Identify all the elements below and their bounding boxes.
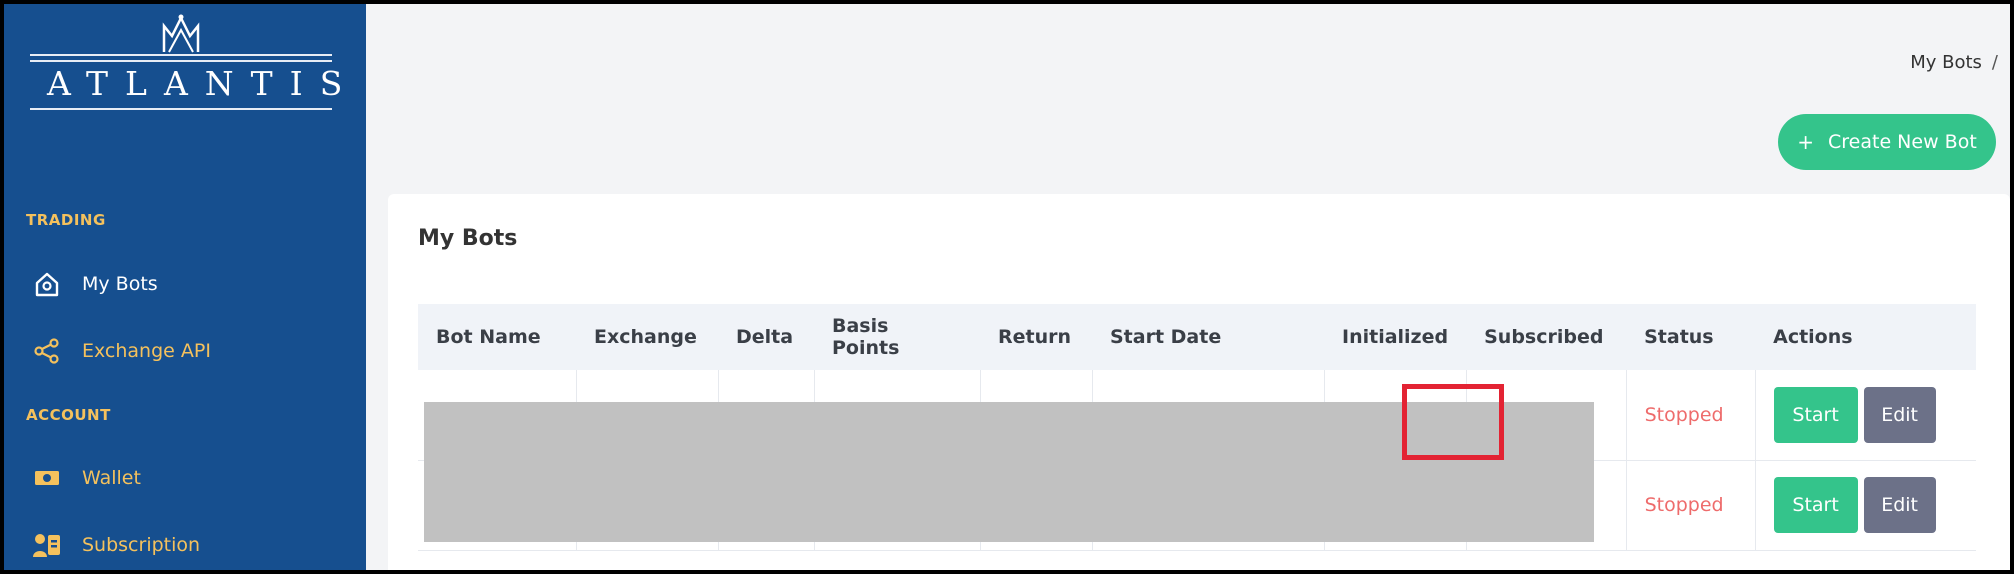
crown-icon: [162, 14, 200, 53]
sidebar-item-wallet[interactable]: Wallet: [32, 460, 141, 496]
cell-status: Stopped: [1626, 370, 1756, 461]
sidebar: ATLANTIS TRADING My Bots Exchange API AC…: [4, 4, 366, 570]
edit-button[interactable]: Edit: [1863, 386, 1936, 443]
sidebar-item-label: My Bots: [82, 273, 158, 295]
brand-logo[interactable]: ATLANTIS: [30, 12, 360, 112]
section-title-account: ACCOUNT: [26, 406, 111, 424]
plus-icon: +: [1797, 130, 1814, 154]
column-header-basis-points[interactable]: Basis Points: [814, 304, 980, 370]
column-header-subscribed[interactable]: Subscribed: [1466, 304, 1626, 370]
column-header-actions: Actions: [1773, 326, 1853, 348]
home-icon: [32, 269, 62, 299]
logo-rule-bottom: [30, 108, 332, 110]
breadcrumb: My Bots /: [1910, 52, 1998, 73]
column-header-return[interactable]: Return: [980, 304, 1092, 370]
sidebar-item-exchange-api[interactable]: Exchange API: [32, 333, 211, 369]
logo-rule-top-2: [30, 60, 332, 62]
card-title: My Bots: [418, 226, 518, 251]
status-badge: Stopped: [1644, 494, 1724, 516]
breadcrumb-separator: /: [1991, 52, 1998, 73]
column-header-start-date[interactable]: Start Date: [1092, 304, 1324, 370]
column-header-exchange[interactable]: Exchange: [576, 304, 718, 370]
start-button[interactable]: Start: [1773, 386, 1858, 443]
bots-card: My Bots Bot Name Exchange Delta Basis Po…: [388, 194, 2010, 570]
column-header-initialized[interactable]: Initialized: [1324, 304, 1466, 370]
breadcrumb-item-my-bots[interactable]: My Bots: [1910, 52, 1982, 73]
column-header-delta[interactable]: Delta: [718, 304, 814, 370]
sidebar-item-label: Wallet: [82, 467, 141, 489]
start-button[interactable]: Start: [1773, 477, 1858, 533]
edit-button[interactable]: Edit: [1863, 477, 1936, 533]
logo-rule-top: [30, 54, 332, 56]
column-header-bot-name[interactable]: Bot Name: [418, 304, 576, 370]
sidebar-item-my-bots[interactable]: My Bots: [32, 266, 158, 302]
create-new-bot-button[interactable]: + Create New Bot: [1778, 114, 1996, 170]
sidebar-item-subscription[interactable]: Subscription: [32, 527, 200, 563]
main-content: My Bots / + Create New Bot My Bots Bot Na…: [366, 4, 2010, 570]
column-header-status[interactable]: Status: [1626, 304, 1755, 370]
cell-actions: Start Edit: [1755, 460, 1976, 551]
subscription-icon: [32, 530, 62, 560]
create-new-bot-label: Create New Bot: [1828, 131, 1977, 153]
status-badge: Stopped: [1644, 403, 1724, 426]
sidebar-item-label: Subscription: [82, 534, 201, 556]
share-icon: [32, 336, 62, 366]
sidebar-item-label: Exchange API: [82, 340, 211, 362]
app-window: ATLANTIS TRADING My Bots Exchange API AC…: [4, 4, 2010, 570]
brand-name: ATLANTIS: [47, 64, 360, 103]
cell-actions: Start Edit: [1755, 370, 1976, 461]
table-header-row: Bot Name Exchange Delta Basis Points Ret…: [418, 304, 1976, 370]
highlight-box: [1402, 384, 1504, 460]
wallet-icon: [32, 463, 62, 493]
cell-status: Stopped: [1626, 460, 1756, 551]
section-title-trading: TRADING: [26, 211, 106, 229]
